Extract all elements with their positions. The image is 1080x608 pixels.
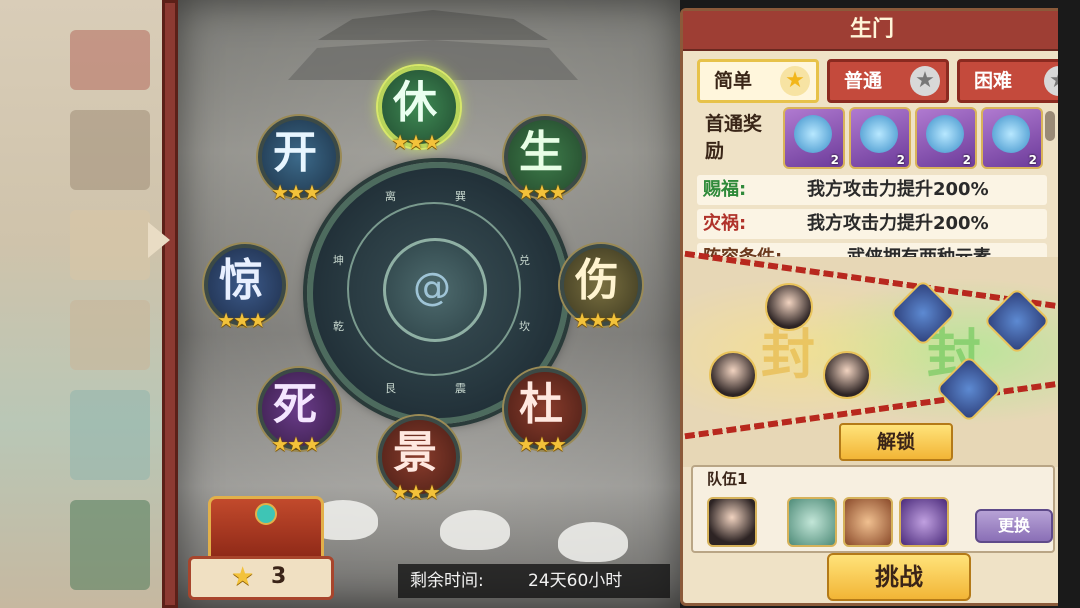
- gate-stars: ★★★: [271, 180, 321, 204]
- team-box: 队伍1 更换: [691, 465, 1055, 553]
- gate-stars: ★★★: [573, 308, 623, 332]
- team-hero-slot[interactable]: [899, 497, 949, 547]
- star-icon: ★: [231, 562, 255, 592]
- swap-label: 更换: [997, 516, 1030, 535]
- scroll-panel-1: [70, 30, 150, 90]
- blessing-value: 我方攻击力提升200%: [807, 179, 989, 200]
- tab-normal[interactable]: 普通 ★: [827, 59, 949, 103]
- orb-icon: [860, 115, 898, 153]
- lotus-icon: [558, 522, 628, 562]
- tab-label: 简单: [714, 70, 753, 92]
- unlock-label: 解锁: [876, 431, 915, 453]
- team-label: 队伍1: [707, 470, 748, 488]
- gate-stars: ★★★: [217, 308, 267, 332]
- challenge-label: 挑战: [875, 563, 923, 591]
- scroll-panel-5: [70, 390, 150, 480]
- unlock-button[interactable]: 解锁: [839, 423, 953, 461]
- orb-icon: [794, 115, 832, 153]
- star-counter: ★ 3: [188, 556, 334, 600]
- hero-avatar: [765, 283, 813, 331]
- gate-char: 生: [519, 127, 563, 178]
- tab-hard[interactable]: 困难 ★: [957, 59, 1074, 103]
- panel-title: 生门: [849, 17, 894, 42]
- gate-char: 休: [393, 77, 437, 128]
- remaining-time-label: 剩余时间:: [410, 571, 484, 591]
- scroll-panel-2: [70, 110, 150, 190]
- tab-label: 困难: [974, 70, 1013, 92]
- gate-stars: ★★★: [517, 180, 567, 204]
- star-count-value: 3: [271, 564, 287, 589]
- disaster-row: 灾祸: 我方攻击力提升200%: [697, 209, 1047, 239]
- lotus-icon: [440, 510, 510, 550]
- scroll-panel-6: [70, 500, 150, 590]
- disaster-label: 灾祸:: [703, 213, 747, 234]
- team-hero-slot[interactable]: [707, 497, 757, 547]
- reward-item[interactable]: 2: [849, 107, 911, 169]
- trigram-label: 坤: [333, 254, 344, 267]
- gate-stars: ★★★: [517, 432, 567, 456]
- blessing-label: 赐福:: [703, 179, 747, 200]
- temple-roof-upper: [318, 10, 548, 40]
- gate-detail-panel: 生门 简单 ★ 普通 ★ 困难 ★ 首通奖励 2 2 2 2: [680, 8, 1074, 606]
- remaining-time-value: 24天60小时: [528, 571, 623, 591]
- scroll-panel-3: [70, 210, 150, 280]
- scroll-border: [162, 0, 178, 608]
- scroll-panel-4: [70, 300, 150, 370]
- reward-qty: 2: [1028, 153, 1037, 167]
- reward-qty: 2: [830, 153, 839, 167]
- gate-si[interactable]: 死 ★★★: [250, 364, 340, 456]
- game-screen: @ 离 巽 坤 兑 乾 坎 艮 震 休 ★★★ 生 ★★★ 伤 ★★★ 杜 ★★…: [0, 0, 1080, 608]
- gate-char: 死: [273, 379, 317, 430]
- screen-edge: [1058, 0, 1080, 608]
- gate-stars: ★★★: [391, 130, 441, 154]
- tab-label: 普通: [844, 70, 883, 92]
- gate-char: 景: [393, 427, 437, 478]
- trigram-label: 震: [455, 382, 466, 395]
- first-clear-reward-label: 首通奖励: [705, 113, 763, 162]
- gate-shang[interactable]: 伤 ★★★: [552, 240, 642, 332]
- reward-item[interactable]: 2: [981, 107, 1043, 169]
- gate-char: 开: [273, 127, 317, 178]
- disaster-value: 我方攻击力提升200%: [807, 213, 989, 234]
- gate-char: 伤: [575, 255, 619, 306]
- star-icon: ★: [910, 66, 940, 96]
- team-hero-slot[interactable]: [787, 497, 837, 547]
- reward-item[interactable]: 2: [915, 107, 977, 169]
- gate-char: 杜: [519, 379, 563, 430]
- gate-kai[interactable]: 开 ★★★: [250, 112, 340, 204]
- gate-jing-scene[interactable]: 景 ★★★: [370, 412, 460, 504]
- reward-scrollbar[interactable]: [1045, 111, 1055, 141]
- hero-avatar: [709, 351, 757, 399]
- reward-qty: 2: [962, 153, 971, 167]
- swirl-icon: @: [413, 265, 451, 309]
- collapse-arrow-icon[interactable]: [148, 222, 170, 258]
- gate-du[interactable]: 杜 ★★★: [496, 364, 586, 456]
- trigram-label: 巽: [455, 190, 466, 203]
- gate-jing-fear[interactable]: 惊 ★★★: [196, 240, 286, 332]
- gate-stars: ★★★: [271, 432, 321, 456]
- star-icon: ★: [780, 66, 810, 96]
- orb-icon: [992, 115, 1030, 153]
- trigram-label: 兑: [519, 254, 530, 267]
- tab-easy[interactable]: 简单 ★: [697, 59, 819, 103]
- orb-icon: [926, 115, 964, 153]
- gate-char: 惊: [219, 255, 263, 306]
- hero-avatar: [823, 351, 871, 399]
- remaining-time: 剩余时间: 24天60小时: [398, 564, 670, 598]
- gate-sheng[interactable]: 生 ★★★: [496, 112, 586, 204]
- trigram-label: 离: [385, 190, 396, 203]
- gate-stars: ★★★: [391, 480, 441, 504]
- team-hero-slot[interactable]: [843, 497, 893, 547]
- trigram-label: 坎: [519, 320, 530, 333]
- swap-button[interactable]: 更换: [975, 509, 1053, 543]
- trigram-label: 艮: [385, 382, 396, 395]
- reward-item[interactable]: 2: [783, 107, 845, 169]
- blessing-row: 赐福: 我方攻击力提升200%: [697, 175, 1047, 205]
- gate-xiu[interactable]: 休 ★★★: [370, 62, 460, 154]
- challenge-button[interactable]: 挑战: [827, 553, 971, 601]
- reward-qty: 2: [896, 153, 905, 167]
- panel-header: 生门: [683, 11, 1061, 51]
- scroll-strip[interactable]: [0, 0, 178, 608]
- trigram-label: 乾: [333, 320, 344, 333]
